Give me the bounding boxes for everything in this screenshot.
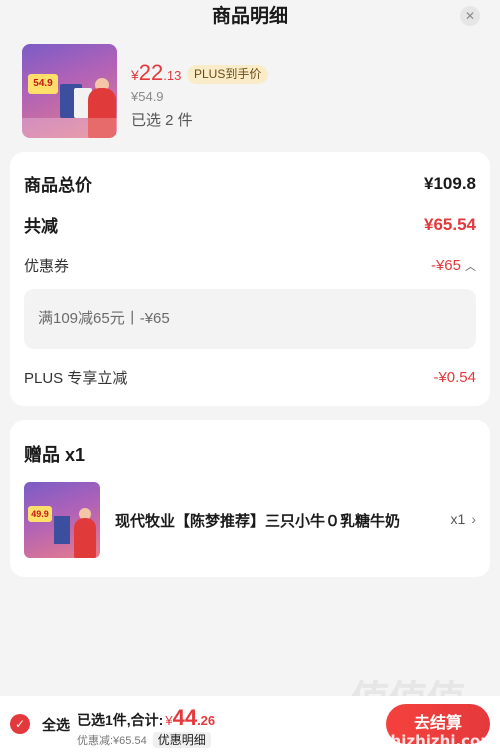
gift-image-box [54, 516, 70, 544]
product-price-yen: ¥ [131, 67, 139, 83]
total-price-row: 商品总价 ¥109.8 [24, 171, 476, 196]
plus-discount-label: PLUS 专享立减 [24, 370, 128, 387]
gift-title: 赠品 x1 [24, 445, 86, 465]
gift-item-name[interactable]: 现代牧业【陈梦推荐】三只小牛０乳糖牛奶 [115, 510, 405, 531]
coupon-value: -¥65 [430, 256, 461, 274]
coupon-value-wrap[interactable]: -¥65 ︿ [431, 257, 476, 275]
gift-image-person [74, 518, 96, 558]
total-reduce-row: 共减 ¥65.54 [24, 212, 476, 237]
product-summary: 54.9 ¥ 22 .13 PLUS到手价 ¥54.9 已选 2 件 [22, 44, 482, 140]
product-price: ¥ 22 .13 [131, 60, 181, 86]
total-yen: ¥ [165, 713, 173, 728]
product-price-int: 22 [138, 60, 164, 85]
gift-qty-value: x1 [450, 511, 466, 527]
total-price-label: 商品总价 [24, 176, 92, 195]
gift-image-price-tag: 49.9 [28, 506, 52, 522]
product-image-band [22, 118, 117, 138]
chevron-up-icon[interactable]: ︿ [465, 261, 476, 273]
total-reduce-label: 共减 [24, 217, 58, 236]
original-price: ¥54.9 [131, 89, 164, 104]
gift-item-qty[interactable]: x1 › [451, 511, 476, 527]
total-price-value: ¥109.8 [424, 173, 476, 193]
plus-discount-value: -¥0.54 [433, 369, 476, 386]
close-icon[interactable]: ✕ [460, 6, 480, 26]
total-line: 已选1件,合计: ¥ 44 .26 [77, 705, 215, 731]
gift-card: 赠品 x1 49.9 现代牧业【陈梦推荐】三只小牛０乳糖牛奶 x1 › [10, 420, 490, 577]
selected-count: 已选 2 件 [131, 112, 193, 129]
gift-image[interactable]: 49.9 [24, 482, 100, 558]
plus-discount-row: PLUS 专享立减 -¥0.54 [24, 367, 476, 388]
coupon-label: 优惠券 [24, 258, 70, 275]
total-prefix: 已选1件,合计: [77, 712, 164, 728]
product-image: 54.9 [22, 44, 117, 138]
coupon-detail: 满109减65元丨-¥65 [24, 289, 476, 349]
product-price-dec: .13 [163, 68, 182, 83]
plus-price-badge: PLUS到手价 [187, 65, 269, 84]
discount-line: 优惠减:¥65.54 优惠明细 [77, 732, 211, 748]
watermark-url: zhizhizhi.com [381, 732, 496, 750]
header: 商品明细 ✕ [0, 0, 500, 34]
product-image-price-tag: 54.9 [28, 74, 58, 94]
select-all-label[interactable]: 全选 [42, 715, 70, 735]
discount-text: 优惠减:¥65.54 [77, 735, 147, 747]
discount-detail-button[interactable]: 优惠明细 [152, 732, 211, 748]
checkout-bar: ✓ 全选 已选1件,合计: ¥ 44 .26 优惠减:¥65.54 优惠明细 去… [0, 696, 500, 752]
chevron-right-icon: › [471, 511, 476, 527]
total-int: 44 [172, 705, 198, 730]
coupon-row[interactable]: 优惠券 -¥65 ︿ [24, 255, 476, 276]
select-all-checkbox[interactable]: ✓ [10, 714, 30, 734]
price-summary-card: 商品总价 ¥109.8 共减 ¥65.54 优惠券 -¥65 ︿ 满109减65元… [10, 152, 490, 406]
total-dec: .26 [197, 713, 216, 728]
total-reduce-value: ¥65.54 [424, 214, 476, 234]
page-title: 商品明细 [211, 6, 288, 27]
